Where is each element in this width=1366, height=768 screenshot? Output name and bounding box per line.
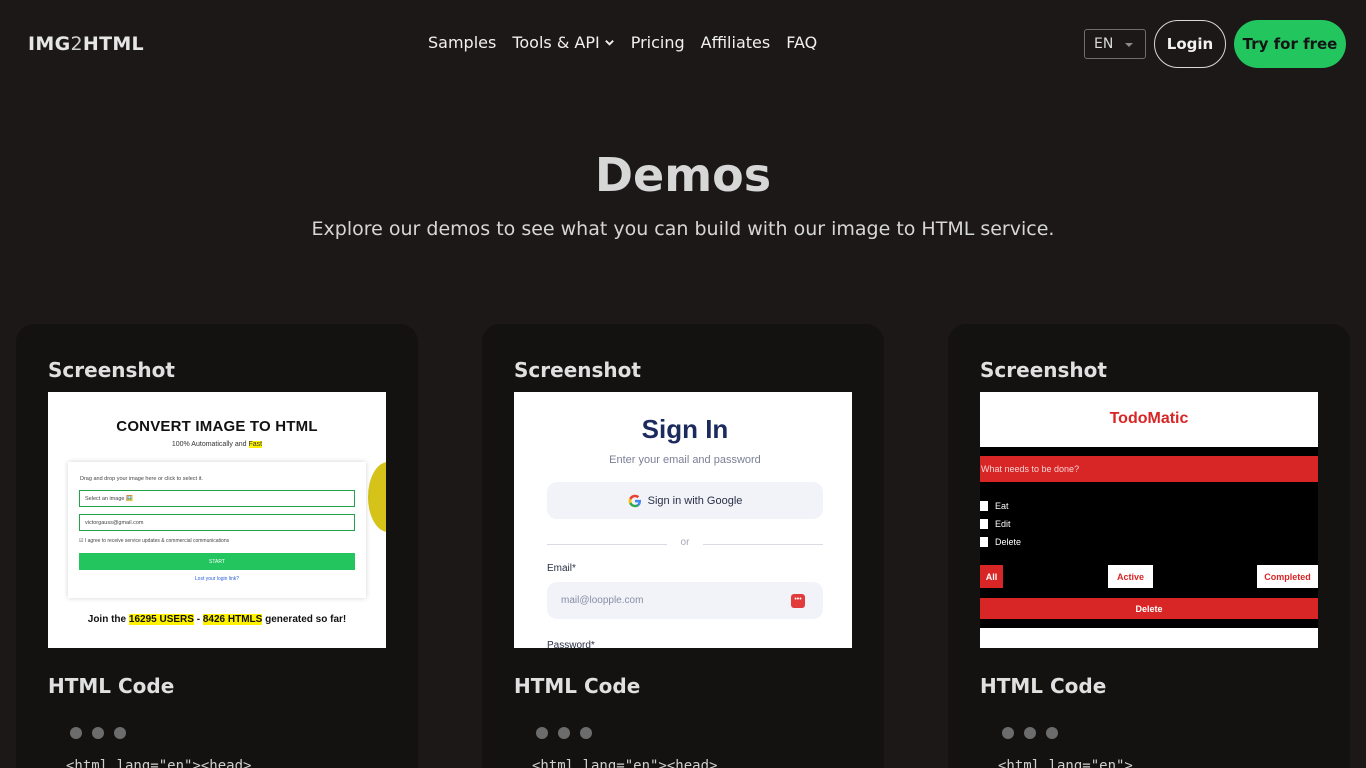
preview-email-field: victorgauss@gmail.com <box>79 514 355 531</box>
chevron-down-icon <box>604 40 614 46</box>
preview-delete-button: Delete <box>980 598 1318 619</box>
preview-todo-task: Delete <box>980 537 1021 547</box>
screenshot-label: Screenshot <box>980 358 1107 382</box>
code-snippet: <html lang="en"><head> <box>532 758 718 768</box>
preview-google-label: Sign in with Google <box>647 494 743 507</box>
decorative-circle <box>368 462 386 532</box>
preview-email-input: mail@loopple.com ••• <box>547 582 823 619</box>
html-code-label: HTML Code <box>980 674 1107 698</box>
html-code-label: HTML Code <box>514 674 641 698</box>
preview-title: CONVERT IMAGE TO HTML <box>116 418 318 435</box>
demo-card-todomatic: Screenshot TodoMatic What needs to be do… <box>948 324 1350 768</box>
screenshot-label: Screenshot <box>48 358 175 382</box>
preview-todo-header: TodoMatic <box>980 392 1318 447</box>
google-icon <box>628 494 641 507</box>
demo-screenshot-convert[interactable]: CONVERT IMAGE TO HTML 100% Automatically… <box>48 392 386 648</box>
demo-screenshot-signin[interactable]: Sign In Enter your email and password Si… <box>514 392 852 648</box>
language-select[interactable]: EN <box>1084 29 1146 59</box>
preview-drop-text: Drag and drop your image here or click t… <box>80 476 203 482</box>
password-manager-icon: ••• <box>791 594 805 608</box>
preview-todo-footer <box>980 628 1318 648</box>
window-dots <box>536 727 592 739</box>
caret-down-icon <box>1125 43 1133 47</box>
preview-start-button: START <box>79 553 355 570</box>
screenshot-label: Screenshot <box>514 358 641 382</box>
preview-select-image-field: Select an image 🖼️ <box>79 490 355 507</box>
preview-signin-subtitle: Enter your email and password <box>609 454 761 466</box>
main-menu: Samples Tools & API Pricing Affiliates F… <box>428 33 817 52</box>
window-dots <box>1002 727 1058 739</box>
top-navigation: IMG2HTML Samples Tools & API Pricing Aff… <box>0 0 1366 88</box>
logo[interactable]: IMG2HTML <box>28 33 144 55</box>
preview-filter-active: Active <box>1108 565 1153 588</box>
page-title: Demos <box>594 148 772 202</box>
nav-link-faq[interactable]: FAQ <box>786 33 817 52</box>
preview-todo-input: What needs to be done? <box>980 456 1318 482</box>
nav-link-affiliates[interactable]: Affiliates <box>701 33 771 52</box>
preview-todo-title: TodoMatic <box>1109 410 1189 427</box>
preview-consent-checkbox: ☑ I agree to receive service updates & c… <box>79 538 230 544</box>
preview-todo-body: What needs to be done? Eat Edit Delete A… <box>980 447 1318 628</box>
demo-screenshot-todomatic[interactable]: TodoMatic What needs to be done? Eat Edi… <box>980 392 1318 648</box>
login-button[interactable]: Login <box>1154 20 1226 68</box>
demo-card-signin: Screenshot Sign In Enter your email and … <box>482 324 884 768</box>
preview-filter-all: All <box>980 565 1003 588</box>
nav-link-samples[interactable]: Samples <box>428 33 496 52</box>
preview-todo-task: Edit <box>980 519 1011 529</box>
nav-link-tools-api-label: Tools & API <box>512 33 600 52</box>
try-for-free-button[interactable]: Try for free <box>1234 20 1346 68</box>
preview-email-label: Email* <box>547 563 576 574</box>
preview-google-button: Sign in with Google <box>547 482 823 519</box>
page-subtitle: Explore our demos to see what you can bu… <box>311 218 1055 240</box>
nav-link-pricing[interactable]: Pricing <box>631 33 685 52</box>
nav-link-tools-api[interactable]: Tools & API <box>512 33 614 52</box>
preview-subtitle: 100% Automatically and Fast <box>171 441 263 448</box>
preview-login-link: Lost your login link? <box>194 576 240 582</box>
preview-signin-title: Sign In <box>641 414 729 444</box>
language-value: EN <box>1094 36 1114 52</box>
demo-card-convert: Screenshot CONVERT IMAGE TO HTML 100% Au… <box>16 324 418 768</box>
preview-password-label: Password* <box>547 640 595 648</box>
preview-stats-line: Join the 16295 USERS - 8426 HTMLS genera… <box>87 614 347 625</box>
code-snippet: <html lang="en"> <box>998 758 1133 768</box>
preview-todo-task: Eat <box>980 501 1009 511</box>
preview-filter-completed: Completed <box>1257 565 1318 588</box>
code-snippet: <html lang="en"><head> <box>66 758 252 768</box>
preview-or-divider: or <box>547 537 823 551</box>
html-code-label: HTML Code <box>48 674 175 698</box>
preview-upload-box: Drag and drop your image here or click t… <box>68 462 366 598</box>
window-dots <box>70 727 126 739</box>
